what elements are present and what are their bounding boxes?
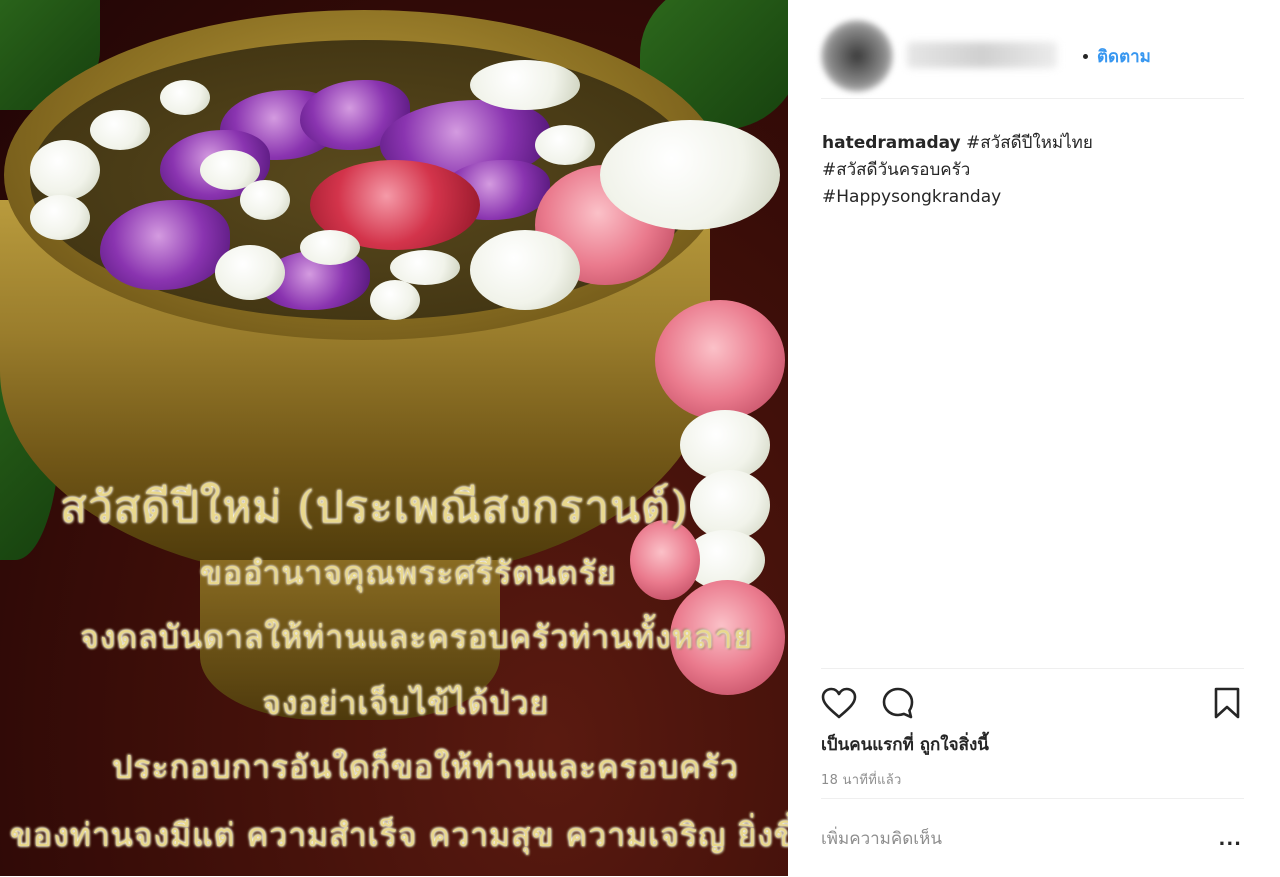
jasmine — [370, 280, 420, 320]
poem-line: ขออำนาจคุณพระศรีรัตนตรัย — [200, 554, 617, 592]
jasmine — [30, 140, 100, 200]
post-image[interactable]: สวัสดีปีใหม่ (ประเพณีสงกรานต์) ขออำนาจคุ… — [0, 0, 788, 876]
garland-rose — [655, 300, 785, 420]
post-header: ติดตาม — [821, 14, 1244, 99]
hashtag[interactable]: #สวัสดีปีใหม่ไทย — [966, 133, 1093, 153]
poem-line: จงอย่าเจ็บไข้ได้ป่วย — [262, 684, 550, 722]
jasmine — [600, 120, 780, 230]
hashtag[interactable]: #สวัสดีวันครอบครัว — [822, 160, 970, 180]
post-details-panel: ติดตาม hatedramaday #สวัสดีปีใหม่ไทย #สว… — [788, 0, 1280, 876]
separator-dot — [1083, 54, 1088, 59]
blurred-username[interactable] — [907, 42, 1057, 68]
jasmine — [30, 195, 90, 240]
jasmine — [90, 110, 150, 150]
jasmine — [470, 60, 580, 110]
poem-line: สวัสดีปีใหม่ (ประเพณีสงกรานต์) — [60, 482, 689, 533]
likes-text[interactable]: เป็นคนแรกที่ ถูกใจสิ่งนี้ — [821, 731, 989, 758]
timestamp[interactable]: 18 นาทีที่แล้ว — [821, 769, 902, 790]
jasmine — [535, 125, 595, 165]
comment-input[interactable]: เพิ่มความคิดเห็น — [821, 825, 942, 852]
post-actions: เป็นคนแรกที่ ถูกใจสิ่งนี้ 18 นาทีที่แล้ว — [821, 668, 1244, 799]
jasmine — [240, 180, 290, 220]
follow-button[interactable]: ติดตาม — [1097, 43, 1151, 70]
hashtag[interactable]: #Happysongkranday — [822, 187, 1001, 207]
heart-icon[interactable] — [821, 687, 857, 723]
avatar[interactable] — [821, 20, 893, 92]
bookmark-icon[interactable] — [1214, 687, 1240, 723]
jasmine — [470, 230, 580, 310]
poem-line: ประกอบการอันใดก็ขอให้ท่านและครอบครัว — [112, 748, 739, 786]
poem-line: ของท่านจงมีแต่ ความสำเร็จ ความสุข ความเจ… — [10, 816, 788, 854]
jasmine — [300, 230, 360, 265]
jasmine — [215, 245, 285, 300]
comment-bar: เพิ่มความคิดเห็น ... — [821, 798, 1244, 877]
post-caption: hatedramaday #สวัสดีปีใหม่ไทย #สวัสดีวัน… — [822, 130, 1242, 211]
more-options-icon[interactable]: ... — [1218, 829, 1242, 850]
instagram-post: สวัสดีปีใหม่ (ประเพณีสงกรานต์) ขออำนาจคุ… — [0, 0, 1280, 876]
jasmine — [160, 80, 210, 115]
comment-bubble-icon[interactable] — [881, 686, 915, 724]
poem-line: จงดลบันดาลให้ท่านและครอบครัวท่านทั้งหลาย — [80, 618, 754, 656]
caption-username[interactable]: hatedramaday — [822, 133, 961, 153]
jasmine — [390, 250, 460, 285]
